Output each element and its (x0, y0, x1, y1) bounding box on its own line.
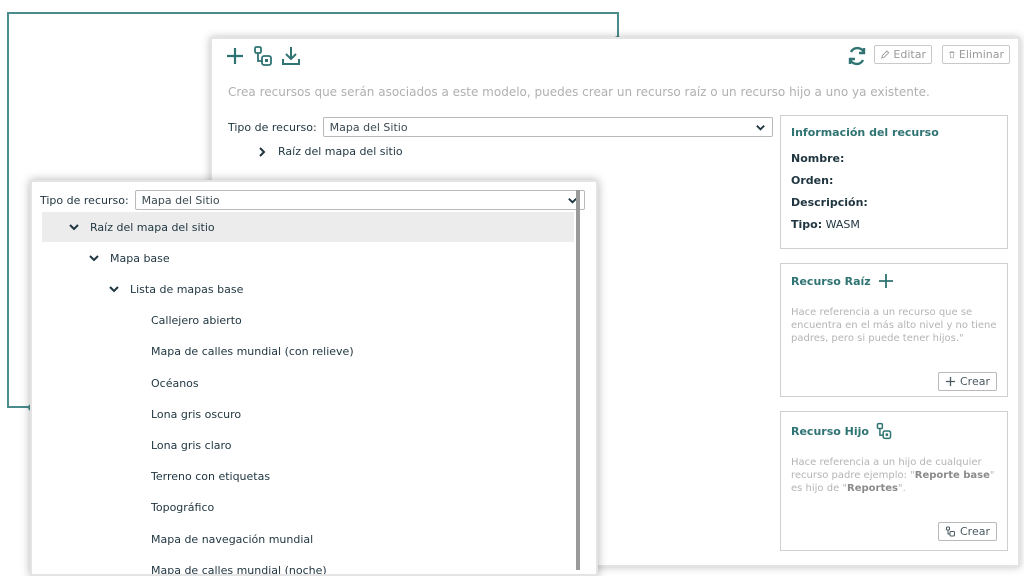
root-resource-title: Recurso Raíz (791, 272, 895, 290)
tree-node[interactable]: Raíz del mapa del sitio (42, 212, 574, 242)
chevron-right-icon (259, 146, 266, 157)
info-tipo: Tipo: WASM (791, 218, 860, 231)
child-resource-title: Recurso Hijo (791, 422, 893, 440)
plus-icon[interactable] (224, 45, 246, 67)
create-child-button[interactable]: Crear (938, 522, 997, 541)
resource-info-card: Información del recurso Nombre: Orden: D… (780, 115, 1008, 249)
root-resource-card: Recurso Raíz Hace referencia a un recurs… (780, 263, 1008, 397)
tree-node-label: Lista de mapas base (130, 282, 244, 296)
tree-node[interactable]: Mapa de navegación mundial (42, 524, 574, 554)
info-nombre: Nombre: (791, 152, 845, 165)
tree-node[interactable]: Mapa de calles mundial (con relieve) (42, 337, 574, 367)
plus-icon (878, 274, 893, 288)
tree-node[interactable]: Océanos (42, 368, 574, 398)
front-resource-type-value: Mapa del Sitio (141, 193, 220, 207)
tree-root-collapsed[interactable]: Raíz del mapa del sitio (256, 145, 403, 158)
tree-node-label: Topográfico (151, 501, 215, 515)
chevron-down-icon (69, 224, 79, 231)
edit-button[interactable]: Editar (874, 45, 932, 64)
child-resource-icon (876, 422, 892, 440)
tree-root-label: Raíz del mapa del sitio (278, 145, 403, 158)
resource-type-row: Tipo de recurso: Mapa del Sitio (228, 117, 773, 137)
root-resource-text: Hace referencia a un recurso que se encu… (791, 307, 997, 344)
tree-node-label: Callejero abierto (151, 314, 242, 328)
connector-line-left (7, 12, 9, 408)
chevron-down-icon (755, 124, 765, 131)
tree-scrollbar[interactable] (576, 190, 580, 570)
resource-type-label: Tipo de recurso: (228, 120, 317, 134)
child-resource-icon[interactable] (252, 45, 274, 67)
tree-node-label: Lona gris oscuro (151, 407, 242, 421)
child-resource-text: Hace referencia a un hijo de cualquier r… (791, 457, 995, 494)
info-orden: Orden: (791, 174, 834, 187)
refresh-icon[interactable] (846, 45, 868, 67)
tree-node-label: Mapa de calles mundial (noche) (151, 563, 327, 576)
resource-type-value: Mapa del Sitio (329, 120, 408, 134)
delete-button-label: Eliminar (958, 48, 1004, 61)
resource-type-select[interactable]: Mapa del Sitio (322, 117, 773, 137)
tree-zoom-panel: Tipo de recurso: Mapa del Sitio Raíz del… (30, 180, 598, 576)
tree-node-label: Océanos (151, 376, 199, 390)
connector-line-right (617, 12, 619, 39)
create-root-button[interactable]: Crear (938, 372, 997, 391)
tree-node[interactable]: Mapa base (42, 243, 574, 273)
delete-button[interactable]: Eliminar (942, 45, 1010, 64)
tree-node[interactable]: Mapa de calles mundial (noche) (42, 555, 574, 576)
front-resource-type-label: Tipo de recurso: (40, 193, 129, 207)
tree-node-label: Terreno con etiquetas (151, 470, 271, 484)
tree-node-label: Mapa de calles mundial (con relieve) (151, 345, 354, 359)
page-description: Crea recursos que serán asociados a este… (228, 85, 930, 99)
chevron-down-icon (109, 286, 119, 293)
tree-node-label: Mapa de navegación mundial (151, 532, 314, 546)
edit-button-label: Editar (893, 48, 926, 61)
front-resource-type-select[interactable]: Mapa del Sitio (134, 190, 585, 210)
front-resource-type-row: Tipo de recurso: Mapa del Sitio (40, 190, 585, 210)
tree-node[interactable]: Topográfico (42, 493, 574, 523)
tree-node-label: Mapa base (110, 251, 170, 265)
child-resource-icon (946, 526, 955, 537)
tree-node[interactable]: Lona gris oscuro (42, 399, 574, 429)
plus-icon (945, 376, 956, 387)
tree-node[interactable]: Lona gris claro (42, 430, 574, 460)
resource-info-title: Información del recurso (791, 126, 939, 139)
tree-node[interactable]: Terreno con etiquetas (42, 462, 574, 492)
chevron-down-icon (89, 255, 99, 262)
connector-line-top (7, 12, 619, 14)
tree-node[interactable]: Callejero abierto (42, 306, 574, 336)
tree-node-label: Lona gris claro (151, 438, 232, 452)
pencil-icon (881, 50, 890, 59)
info-descripcion: Descripción: (791, 196, 868, 209)
download-icon[interactable] (280, 45, 302, 67)
child-resource-card: Recurso Hijo Hace referencia a un hijo d… (780, 411, 1008, 551)
tree-node-label: Raíz del mapa del sitio (90, 220, 215, 234)
trash-icon (949, 51, 955, 59)
tree-node[interactable]: Lista de mapas base (42, 274, 574, 304)
